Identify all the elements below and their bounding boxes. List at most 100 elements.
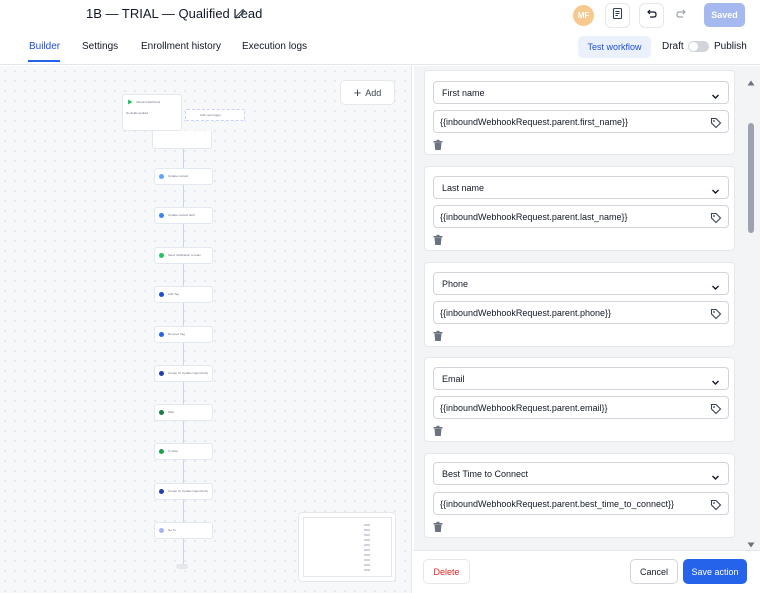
- chevron-down-icon: [711, 183, 720, 201]
- connector-line: [183, 264, 184, 286]
- workflow-step[interactable]: Remove Tag: [154, 326, 213, 343]
- tab-bar: Builder Settings Enrollment history Exec…: [0, 32, 760, 65]
- step-label: Create Or Update Opportunity: [168, 489, 209, 493]
- tag-icon[interactable]: [710, 116, 722, 134]
- connector-line: [183, 539, 184, 564]
- field-value: {{inboundWebhookRequest.parent.best_time…: [440, 499, 675, 509]
- scrollbar-thumb[interactable]: [748, 123, 754, 233]
- workflow-step[interactable]: Go To: [154, 522, 213, 539]
- workflow-step[interactable]: Send notification to team: [154, 247, 213, 264]
- trigger-play-icon: [128, 99, 133, 105]
- tag-icon[interactable]: [710, 211, 722, 229]
- step-dot: [159, 332, 164, 337]
- end-node: [176, 564, 188, 569]
- scroll-up-icon[interactable]: [747, 73, 755, 91]
- step-label: Send notification to team: [168, 253, 202, 257]
- field-select[interactable]: Email: [433, 367, 729, 390]
- notes-button[interactable]: [605, 3, 630, 28]
- tab-settings[interactable]: Settings: [82, 41, 118, 52]
- field-mapping-card: Phone {{inboundWebhookRequest.parent.pho…: [424, 262, 735, 347]
- workflow-step[interactable]: If / Else: [154, 443, 213, 460]
- workflow-canvas[interactable]: + Add Inbound Webhook No fields applied …: [0, 66, 412, 593]
- step-dot: [159, 174, 164, 179]
- workflow-step[interactable]: Update contact field: [154, 207, 213, 224]
- step-label: Create Or Update Opportunity: [168, 371, 209, 375]
- step-label: If / Else: [168, 449, 179, 453]
- add-button-label: Add: [365, 87, 382, 98]
- step-label: Wait: [168, 410, 174, 414]
- cancel-button[interactable]: Cancel: [630, 559, 678, 584]
- saved-button[interactable]: Saved: [704, 3, 745, 27]
- field-value: {{inboundWebhookRequest.parent.phone}}: [440, 308, 611, 318]
- chevron-down-icon: [711, 88, 720, 106]
- field-value-input[interactable]: {{inboundWebhookRequest.parent.phone}}: [433, 301, 729, 324]
- field-select[interactable]: First name: [433, 81, 729, 104]
- field-mapping-list[interactable]: First name {{inboundWebhookRequest.paren…: [424, 70, 736, 548]
- trash-icon[interactable]: [432, 424, 444, 442]
- publish-toggle[interactable]: [688, 41, 709, 52]
- step-dot: [159, 528, 164, 533]
- workflow-step[interactable]: Add Tag: [154, 286, 213, 303]
- field-select-value: First name: [442, 88, 485, 98]
- publish-label: Publish: [714, 41, 747, 52]
- step-dot: [159, 371, 164, 376]
- top-header: 1B — TRIAL — Qualified Lead MF Saved: [0, 0, 760, 32]
- connector-line: [183, 500, 184, 522]
- field-select[interactable]: Last name: [433, 176, 729, 199]
- field-value: {{inboundWebhookRequest.parent.first_nam…: [440, 117, 628, 127]
- tab-execution-logs[interactable]: Execution logs: [242, 41, 307, 52]
- test-workflow-button[interactable]: Test workflow: [578, 36, 651, 58]
- connector-line: [183, 343, 184, 365]
- tag-icon[interactable]: [710, 307, 722, 325]
- draft-label: Draft: [662, 41, 684, 52]
- minimap-steps: [364, 524, 370, 574]
- trigger-label: Inbound Webhook: [136, 100, 161, 104]
- save-action-button[interactable]: Save action: [683, 559, 747, 584]
- trash-icon[interactable]: [432, 233, 444, 251]
- step-dot: [159, 213, 164, 218]
- add-trigger-node[interactable]: Add new trigger: [185, 109, 245, 121]
- step-label: Update contact: [168, 174, 189, 178]
- trash-icon[interactable]: [432, 329, 444, 347]
- step-dot: [159, 489, 164, 494]
- delete-button[interactable]: Delete: [423, 559, 470, 584]
- tag-icon[interactable]: [710, 402, 722, 420]
- edit-pencil-icon[interactable]: [234, 7, 246, 25]
- trigger-node[interactable]: Inbound Webhook No fields applied: [122, 94, 182, 131]
- active-tab-indicator: [28, 60, 60, 62]
- undo-icon: [645, 7, 658, 25]
- notes-icon: [611, 7, 624, 25]
- trigger-footer: [152, 131, 212, 149]
- connector-line: [183, 149, 184, 168]
- redo-button[interactable]: [669, 3, 694, 28]
- plus-icon: +: [353, 85, 362, 100]
- field-value-input[interactable]: {{inboundWebhookRequest.parent.last_name…: [433, 205, 729, 228]
- trash-icon[interactable]: [432, 138, 444, 156]
- step-dot: [159, 410, 164, 415]
- field-select-value: Best Time to Connect: [442, 469, 529, 479]
- tab-enrollment-history[interactable]: Enrollment history: [141, 41, 221, 52]
- trash-icon[interactable]: [432, 520, 444, 538]
- workflow-step[interactable]: Create Or Update Opportunity: [154, 365, 213, 382]
- field-select[interactable]: Phone: [433, 272, 729, 295]
- workflow-step[interactable]: Update contact: [154, 168, 213, 185]
- field-select-value: Email: [442, 374, 465, 384]
- step-label: Update contact field: [168, 213, 195, 217]
- connector-line: [183, 185, 184, 207]
- add-button[interactable]: + Add: [340, 80, 395, 105]
- redo-icon: [675, 7, 688, 25]
- workflow-step[interactable]: Create Or Update Opportunity: [154, 483, 213, 500]
- step-label: Add Tag: [168, 292, 179, 296]
- tab-builder[interactable]: Builder: [29, 41, 60, 52]
- field-value-input[interactable]: {{inboundWebhookRequest.parent.best_time…: [433, 492, 729, 515]
- field-value-input[interactable]: {{inboundWebhookRequest.parent.first_nam…: [433, 110, 729, 133]
- workflow-step[interactable]: Wait: [154, 404, 213, 421]
- tag-icon[interactable]: [710, 498, 722, 516]
- undo-button[interactable]: [639, 3, 664, 28]
- field-select[interactable]: Best Time to Connect: [433, 462, 729, 485]
- chevron-down-icon: [711, 279, 720, 297]
- minimap[interactable]: [298, 512, 396, 582]
- avatar[interactable]: MF: [573, 5, 594, 26]
- field-value-input[interactable]: {{inboundWebhookRequest.parent.email}}: [433, 396, 729, 419]
- connector-line: [183, 421, 184, 443]
